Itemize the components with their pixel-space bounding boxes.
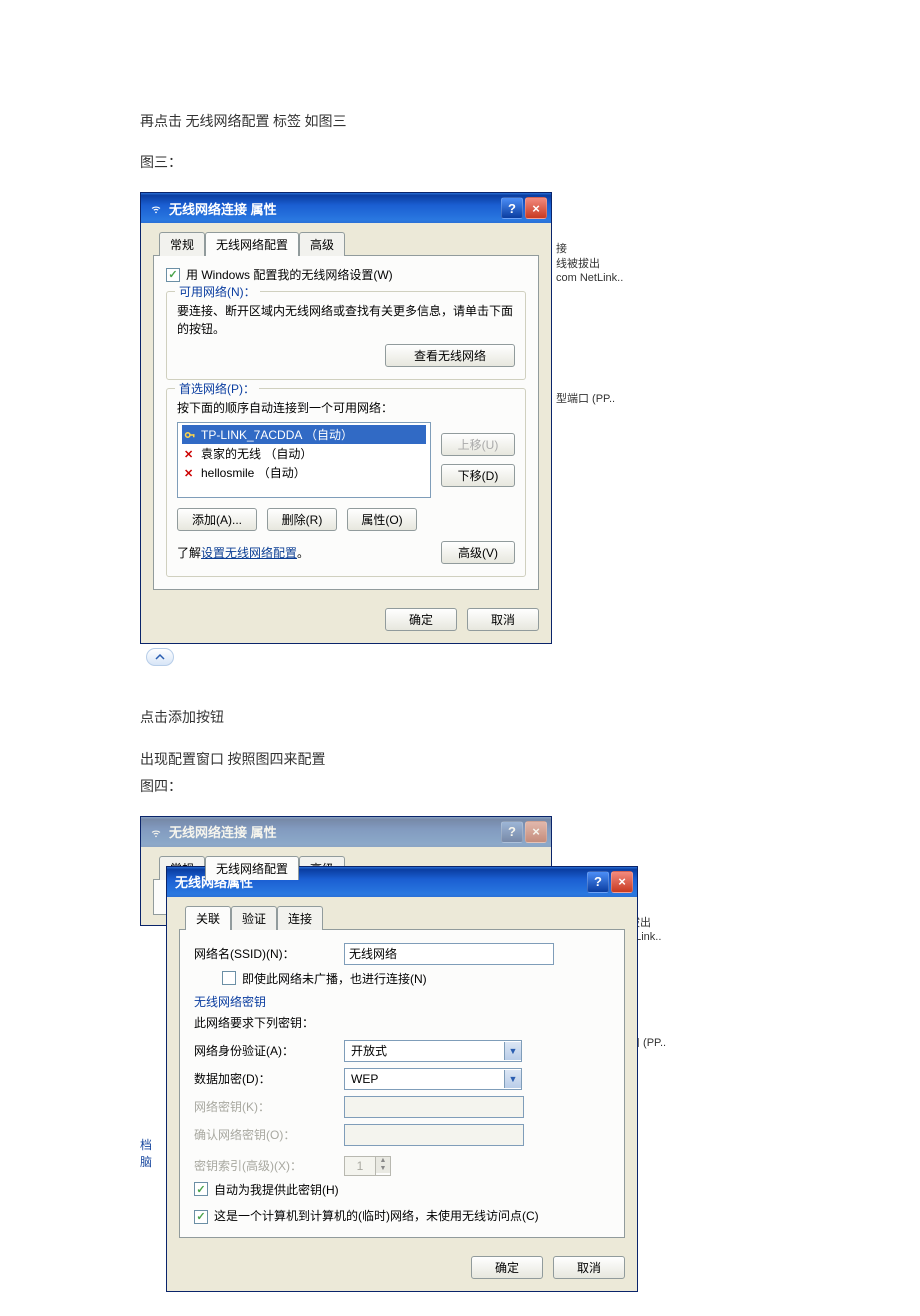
cancel-button[interactable]: 取消: [467, 608, 539, 631]
check-icon: ✓: [194, 1182, 208, 1196]
tab-strip: 常规 无线网络配置 高级: [153, 232, 539, 256]
list-item[interactable]: TP-LINK_7ACDDA （自动）: [182, 425, 426, 444]
checkbox-label: 自动为我提供此密钥(H): [214, 1181, 339, 1198]
advanced-button[interactable]: 高级(V): [441, 541, 515, 564]
use-windows-checkbox[interactable]: ✓ 用 Windows 配置我的无线网络设置(W): [166, 266, 393, 283]
dialog-title: 无线网络连接 属性: [169, 822, 501, 841]
cancel-button[interactable]: 取消: [553, 1256, 625, 1279]
chevron-up-icon: ▲: [376, 1157, 390, 1165]
ssid-label: 网络名(SSID)(N)：: [194, 945, 334, 962]
network-name: 袁家的无线 （自动）: [201, 445, 312, 462]
figure-4: 被拔出 NetLink.. 端口 (PP.. 档脑 无线网络连接 属性 ? ×: [140, 816, 680, 1216]
checkbox-label: 用 Windows 配置我的无线网络设置(W): [186, 266, 393, 283]
ok-button[interactable]: 确定: [471, 1256, 543, 1279]
tab-wireless-config[interactable]: 无线网络配置: [205, 232, 299, 256]
network-key-label: 网络密钥(K)：: [194, 1098, 334, 1115]
learn-text: 了解设置无线网络配置。: [177, 544, 309, 561]
available-networks-group: 可用网络(N)： 要连接、断开区域内无线网络或查找有关更多信息，请单击下面的按钮…: [166, 291, 526, 380]
dialog-title: 无线网络连接 属性: [169, 199, 501, 218]
doc-paragraph: 再点击 无线网络配置 标签 如图三: [140, 110, 780, 135]
close-button[interactable]: ×: [611, 871, 633, 893]
close-button[interactable]: ×: [525, 197, 547, 219]
auth-label: 网络身份验证(A)：: [194, 1042, 334, 1059]
sidebar-fragment: 档脑: [140, 1136, 152, 1170]
titlebar[interactable]: 无线网络连接 属性 ? ×: [141, 193, 551, 223]
tab-authentication[interactable]: 验证: [231, 906, 277, 930]
titlebar[interactable]: 无线网络连接 属性 ? ×: [141, 817, 551, 847]
confirm-key-input: [344, 1124, 524, 1146]
ok-button[interactable]: 确定: [385, 608, 457, 631]
wireless-icon: [149, 825, 163, 839]
network-authentication-select[interactable]: 开放式 ▼: [344, 1040, 522, 1062]
properties-button[interactable]: 属性(O): [347, 508, 417, 531]
help-button[interactable]: ?: [501, 197, 523, 219]
preferred-networks-list[interactable]: TP-LINK_7ACDDA （自动） ✕ 袁家的无线 （自动） ✕ hello…: [177, 422, 431, 498]
stepper-value: 1: [345, 1157, 375, 1175]
view-wireless-networks-button[interactable]: 查看无线网络: [385, 344, 515, 367]
list-item[interactable]: ✕ hellosmile （自动）: [182, 463, 426, 482]
chevron-down-icon: ▼: [504, 1070, 521, 1088]
move-up-button: 上移(U): [441, 433, 515, 456]
dialog-footer: 确定 取消: [141, 600, 551, 643]
confirm-key-label: 确认网络密钥(O)：: [194, 1126, 334, 1143]
secured-network-icon: [184, 429, 196, 441]
tab-wireless-config[interactable]: 无线网络配置: [205, 856, 299, 880]
group-description: 要连接、断开区域内无线网络或查找有关更多信息，请单击下面的按钮。: [177, 302, 515, 338]
check-icon: ✓: [166, 268, 180, 282]
section-desc: 此网络要求下列密钥：: [194, 1012, 610, 1037]
bg-text: 线被拔出: [556, 258, 600, 270]
provide-key-automatically-checkbox[interactable]: ✓ 自动为我提供此密钥(H): [194, 1181, 339, 1198]
add-button[interactable]: 添加(A)...: [177, 508, 257, 531]
chevron-down-icon: ▼: [376, 1165, 390, 1173]
unavailable-network-icon: ✕: [184, 448, 196, 460]
group-description: 按下面的顺序自动连接到一个可用网络：: [177, 399, 515, 416]
remove-button[interactable]: 删除(R): [267, 508, 337, 531]
tab-connection[interactable]: 连接: [277, 906, 323, 930]
doc-paragraph: 图四：: [140, 775, 780, 800]
data-encryption-select[interactable]: WEP ▼: [344, 1068, 522, 1090]
select-value: WEP: [351, 1072, 378, 1086]
setup-wireless-link[interactable]: 设置无线网络配置: [201, 546, 297, 560]
check-icon: ✓: [194, 1210, 208, 1224]
doc-paragraph: 出现配置窗口 按照图四来配置: [140, 748, 780, 773]
group-legend: 首选网络(P)：: [175, 380, 259, 397]
section-title: 无线网络密钥: [194, 991, 610, 1012]
wireless-icon: [149, 201, 163, 215]
select-value: 开放式: [351, 1042, 387, 1059]
key-index-stepper: 1 ▲▼: [344, 1156, 391, 1176]
encryption-label: 数据加密(D)：: [194, 1070, 334, 1087]
bg-text: 型端口 (PP..: [556, 393, 615, 405]
network-key-input: [344, 1096, 524, 1118]
tab-panel: ✓ 用 Windows 配置我的无线网络设置(W) 可用网络(N)： 要连接、断…: [153, 255, 539, 590]
network-name: TP-LINK_7ACDDA （自动）: [201, 426, 353, 443]
collapse-button[interactable]: [146, 648, 174, 666]
group-legend: 可用网络(N)：: [175, 283, 260, 300]
connect-even-if-not-broadcasting-checkbox[interactable]: ✓ 即使此网络未广播，也进行连接(N): [222, 970, 427, 987]
help-button[interactable]: ?: [501, 821, 523, 843]
checkbox-label: 这是一个计算机到计算机的(临时)网络，未使用无线访问点(C): [214, 1208, 539, 1225]
key-index-label: 密钥索引(高级)(X)：: [194, 1157, 334, 1174]
figure-3: 接 线被拔出 com NetLink.. 型端口 (PP.. 无线网络连接 属性…: [140, 192, 650, 666]
wireless-properties-dialog: 无线网络连接 属性 ? × 常规 无线网络配置 高级 ✓ 用 Windows 配…: [140, 192, 552, 644]
network-name: hellosmile （自动）: [201, 464, 306, 481]
tab-advanced[interactable]: 高级: [299, 232, 345, 256]
doc-paragraph: 图三：: [140, 151, 780, 176]
bg-text: com NetLink..: [556, 272, 623, 284]
ssid-input[interactable]: [344, 943, 554, 965]
checkbox-label: 即使此网络未广播，也进行连接(N): [242, 970, 427, 987]
wireless-network-properties-dialog: 无线网络属性 ? × 关联 验证 连接 网络名(SSID)(N)：: [166, 866, 638, 1292]
tab-association[interactable]: 关联: [185, 906, 231, 930]
bg-text: 接: [556, 243, 567, 255]
preferred-networks-group: 首选网络(P)： 按下面的顺序自动连接到一个可用网络： TP-LINK_7ACD…: [166, 388, 526, 577]
list-item[interactable]: ✕ 袁家的无线 （自动）: [182, 444, 426, 463]
move-down-button[interactable]: 下移(D): [441, 464, 515, 487]
close-button[interactable]: ×: [525, 821, 547, 843]
help-button[interactable]: ?: [587, 871, 609, 893]
adhoc-network-checkbox[interactable]: ✓ 这是一个计算机到计算机的(临时)网络，未使用无线访问点(C): [194, 1208, 539, 1225]
unavailable-network-icon: ✕: [184, 467, 196, 479]
check-icon: ✓: [222, 971, 236, 985]
tab-general[interactable]: 常规: [159, 232, 205, 256]
doc-paragraph: 点击添加按钮: [140, 706, 780, 731]
chevron-down-icon: ▼: [504, 1042, 521, 1060]
